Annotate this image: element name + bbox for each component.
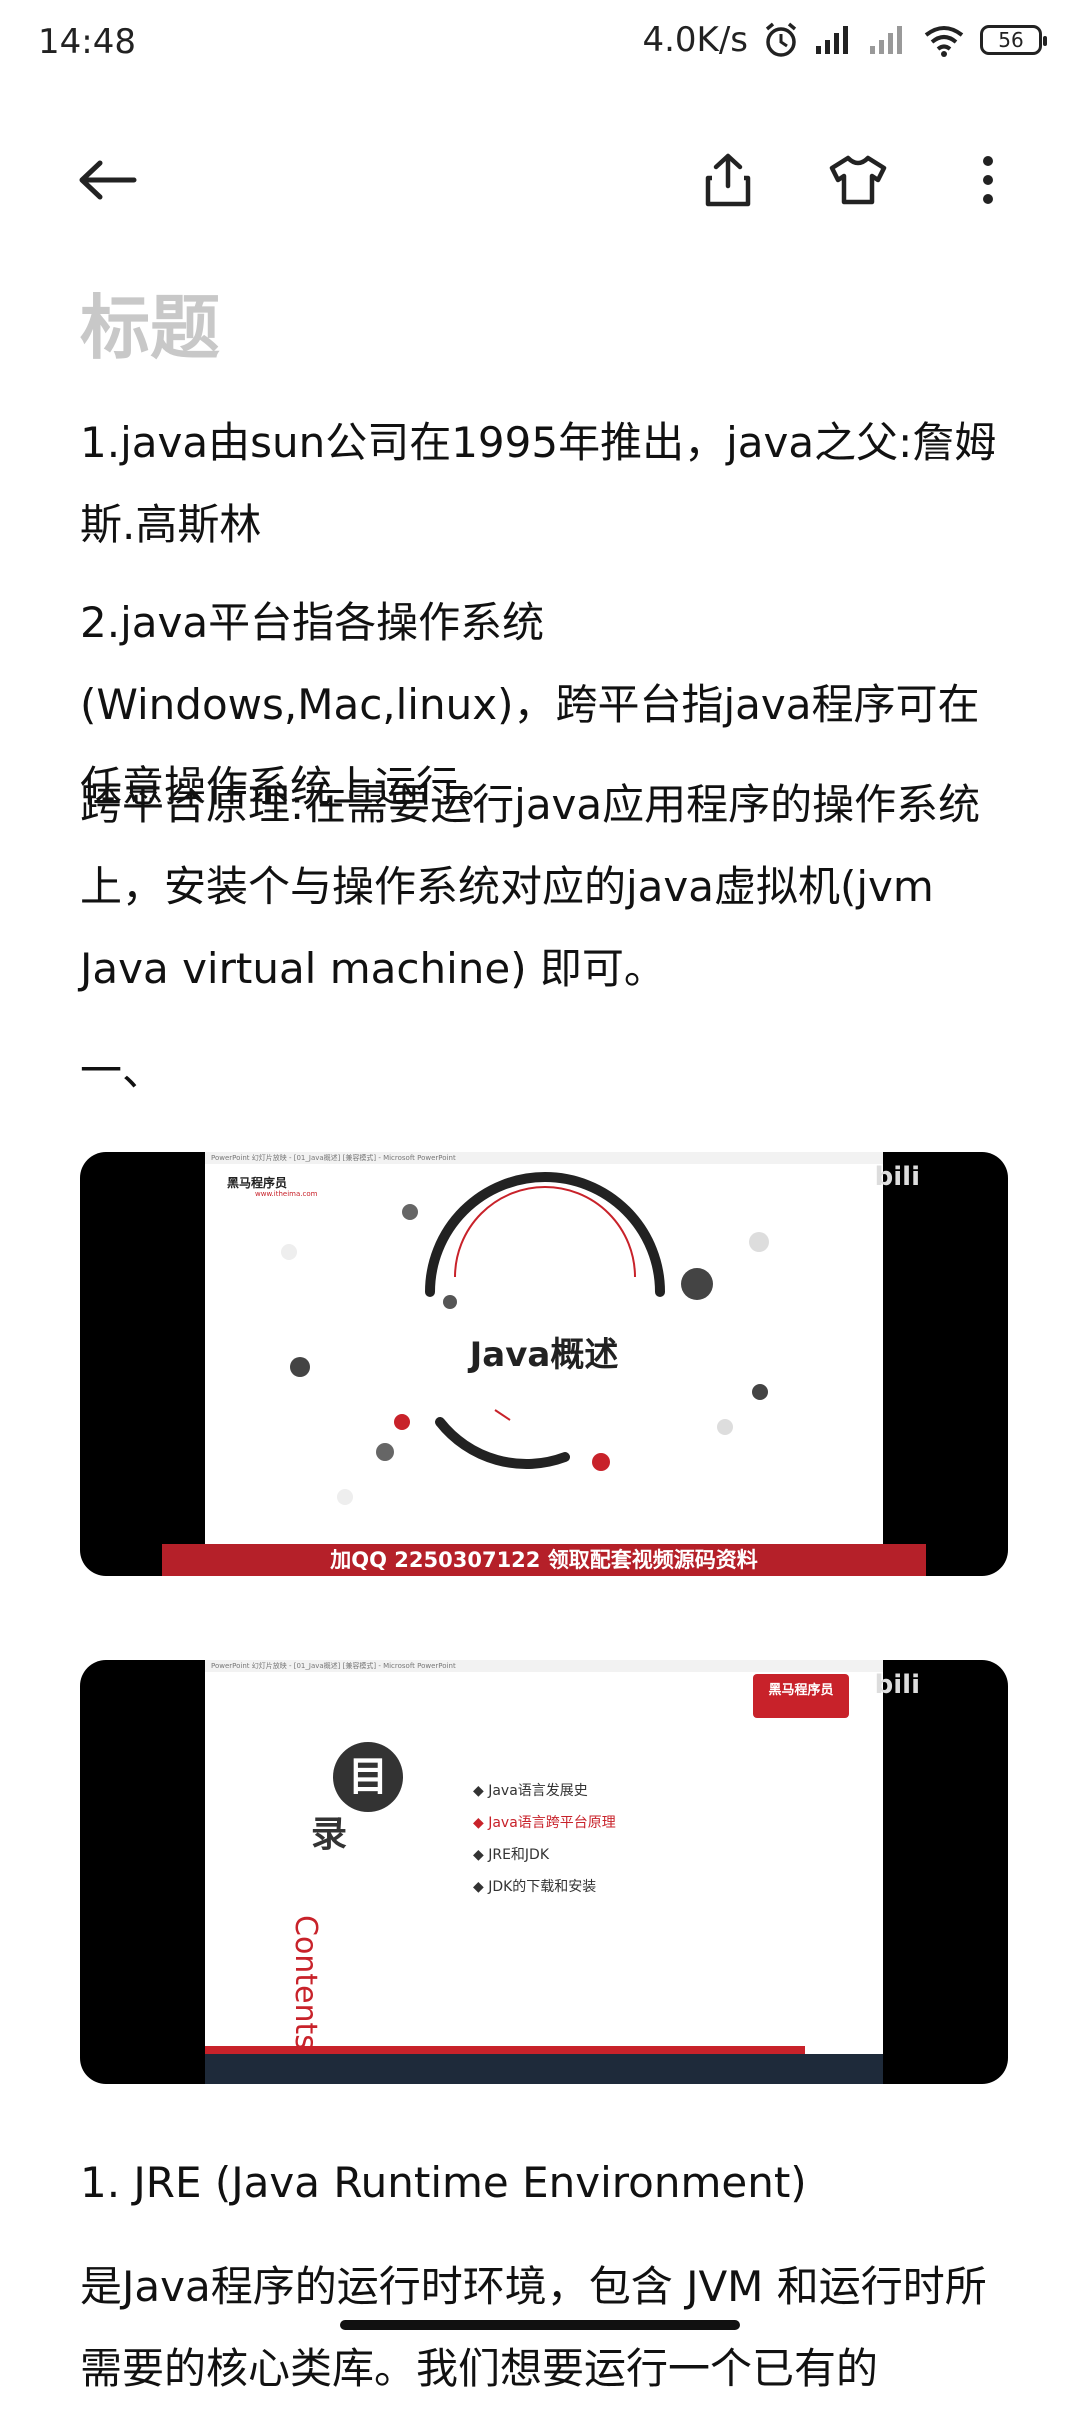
arrow-left-icon: [79, 160, 137, 200]
share-icon: [705, 153, 751, 207]
note-title-input[interactable]: 标题: [80, 272, 220, 373]
more-button[interactable]: [948, 140, 1028, 220]
tshirt-icon: [829, 155, 887, 205]
wifi-icon: [924, 26, 964, 57]
window-title: PowerPoint 幻灯片放映 - [01_Java概述] [兼容模式] - …: [205, 1660, 883, 1672]
battery-icon: 56: [980, 25, 1047, 55]
brand-logo: 黑马程序员: [753, 1674, 849, 1718]
home-indicator[interactable]: [340, 2320, 740, 2330]
alarm-icon: [765, 22, 797, 57]
note-paragraph-4[interactable]: 一、: [80, 1030, 1015, 1112]
signal-icon-2: [870, 26, 902, 54]
toc-item-2: ◆ Java语言跨平台原理: [473, 1815, 616, 1831]
status-bar: 14:48 4.0K/s 56: [0, 0, 1080, 92]
share-button[interactable]: [688, 140, 768, 220]
bilibili-watermark: bili: [874, 1162, 920, 1192]
toolbar: [0, 140, 1080, 220]
status-time: 14:48: [38, 22, 136, 62]
bilibili-watermark: bili: [874, 1670, 920, 1700]
note-paragraph-5[interactable]: 1. JRE (Java Runtime Environment): [80, 2142, 1015, 2224]
toc-item-3: ◆ JRE和JDK: [473, 1847, 550, 1863]
toc-item-4: ◆ JDK的下载和安装: [473, 1879, 597, 1895]
net-speed: 4.0K/s: [642, 20, 748, 60]
promo-banner: 加QQ 2250307122 领取配套视频源码资料: [162, 1544, 926, 1576]
toc-lu-text: 录: [311, 1814, 348, 1855]
more-vertical-icon: [983, 156, 993, 204]
taskbar: [205, 2054, 883, 2084]
status-icons: 4.0K/s 56: [642, 20, 1047, 60]
slide-progress-bar: [205, 2046, 805, 2054]
back-button[interactable]: [68, 140, 148, 220]
note-paragraph-3[interactable]: 跨平台原理:在需要运行java应用程序的操作系统上，安装个与操作系统对应的jav…: [80, 764, 1015, 1010]
slide-center-text: Java概述: [469, 1335, 619, 1375]
slide-java-overview: PowerPoint 幻灯片放映 - [01_Java概述] [兼容模式] - …: [205, 1152, 883, 1576]
note-image-2[interactable]: PowerPoint 幻灯片放映 - [01_Java概述] [兼容模式] - …: [80, 1660, 1008, 2084]
slide-contents: PowerPoint 幻灯片放映 - [01_Java概述] [兼容模式] - …: [205, 1660, 883, 2084]
theme-button[interactable]: [818, 140, 898, 220]
toc-item-1: ◆ Java语言发展史: [473, 1783, 588, 1799]
toc-mu-circle: 目: [333, 1742, 403, 1812]
signal-icon: [816, 26, 848, 54]
note-image-1[interactable]: PowerPoint 幻灯片放映 - [01_Java概述] [兼容模式] - …: [80, 1152, 1008, 1576]
note-paragraph-1[interactable]: 1.java由sun公司在1995年推出，java之父:詹姆斯.高斯林: [80, 402, 1015, 566]
